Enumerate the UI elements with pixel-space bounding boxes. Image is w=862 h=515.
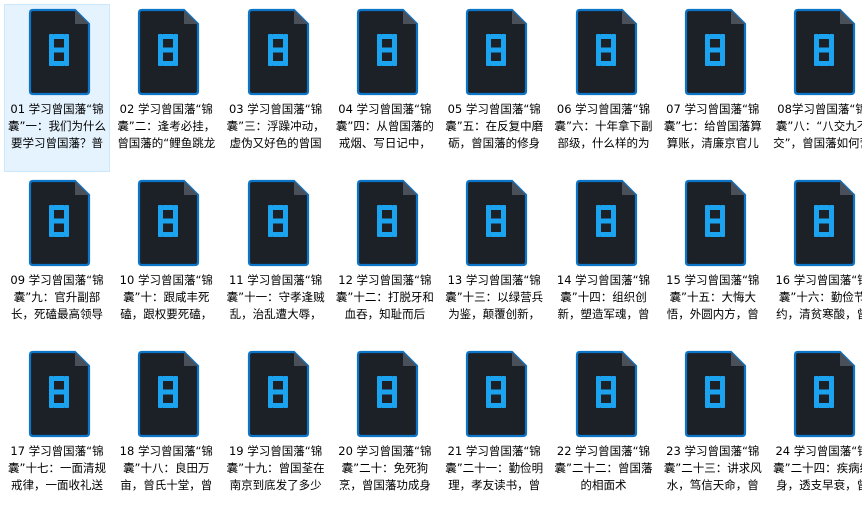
video-file-icon [466, 350, 528, 438]
video-file-icon [466, 8, 528, 96]
video-file-icon [575, 8, 637, 96]
file-item[interactable]: 01 学习曾国藩“锦囊”一：我们为什么要学习曾国藩？普通人也… [4, 4, 110, 172]
video-file-icon [575, 350, 637, 438]
file-name-label: 09 学习曾国藩“锦囊”九：官升副部长，死磕最高领导咸丰帝，… [10, 273, 104, 321]
file-name-label: 23 学习曾国藩“锦囊”二十三：讲求风水，笃信天命，曾国藩的… [663, 444, 762, 492]
file-name-label: 22 学习曾国藩“锦囊”二十二：曾国藩的相面术 [554, 444, 653, 492]
file-item[interactable]: 23 学习曾国藩“锦囊”二十三：讲求风水，笃信天命，曾国藩的… [660, 346, 766, 514]
file-name-label: 10 学习曾国藩“锦囊”十：跟咸丰死磕，跟权要死磕，跟天下官… [119, 273, 213, 321]
file-item[interactable]: 22 学习曾国藩“锦囊”二十二：曾国藩的相面术 [551, 346, 657, 514]
file-name-label: 06 学习曾国藩“锦囊”六：十年拿下副部级，什么样的为官之道… [554, 102, 653, 150]
video-file-icon [28, 179, 91, 267]
video-file-icon [28, 350, 91, 438]
file-name-label: 05 学习曾国藩“锦囊”五：在反复中磨砺，曾国藩的修身立志之… [445, 102, 544, 150]
file-name-label: 02 学习曾国藩“锦囊”二：逢考必挂，曾国藩的“鲤鱼跳龙门”靠什… [117, 102, 216, 150]
video-file-icon [793, 179, 856, 267]
video-file-icon [466, 179, 528, 267]
file-item[interactable]: 14 学习曾国藩“锦囊”十四：组织创新，塑造军魂，曾国藩如… [551, 175, 657, 343]
file-item[interactable]: 09 学习曾国藩“锦囊”九：官升副部长，死磕最高领导咸丰帝，… [4, 175, 110, 343]
file-item[interactable]: 16 学习曾国藩“锦囊”十六：勤俭节约，清贫寒酸，曾国藩到… [769, 175, 862, 343]
video-file-icon [793, 8, 856, 96]
file-name-label: 18 学习曾国藩“锦囊”十八：良田万亩，曾氏十堂，曾国藩家… [119, 444, 213, 492]
file-name-label: 17 学习曾国藩“锦囊”十七：一面清规戒律，一面收礼送礼，曾… [8, 444, 106, 492]
video-file-icon [684, 350, 746, 438]
file-name-label: 03 学习曾国藩“锦囊”三：浮躁冲动，虚伪又好色的曾国藩，如… [226, 102, 325, 150]
video-file-icon [138, 179, 200, 267]
file-item[interactable]: 07 学习曾国藩“锦囊”七：给曾国藩算算账，清廉京官儿的痛苦… [660, 4, 766, 172]
file-item[interactable]: 19 学习曾国藩“锦囊”十九：曾国荃在南京到底发了多少财？ [223, 346, 329, 514]
file-name-label: 20 学习曾国藩“锦囊”二十：免死狗烹，曾国藩功成身退的二字… [338, 444, 432, 492]
file-grid: 01 学习曾国藩“锦囊”一：我们为什么要学习曾国藩？普通人也… 02 学习曾国藩… [0, 0, 862, 515]
file-name-label: 08学习曾国藩“锦囊”八：“八交九不交”，曾国藩如何营造自己的… [773, 102, 862, 150]
file-item[interactable]: 15 学习曾国藩“锦囊”十五：大悔大悟，外圆内方，曾国藩如… [660, 175, 766, 343]
video-file-icon [356, 8, 418, 96]
file-name-label: 01 学习曾国藩“锦囊”一：我们为什么要学习曾国藩？普通人也… [8, 102, 106, 150]
file-item[interactable]: 17 学习曾国藩“锦囊”十七：一面清规戒律，一面收礼送礼，曾… [4, 346, 110, 514]
file-name-label: 16 学习曾国藩“锦囊”十六：勤俭节约，清贫寒酸，曾国藩到… [775, 273, 862, 321]
file-name-label: 04 学习曾国藩“锦囊”四：从曾国藩的戒烟、写日记中，我们能… [335, 102, 434, 150]
video-file-icon [793, 350, 856, 438]
file-name-label: 24 学习曾国藩“锦囊”二十四：疾病缠身，透支早衰，曾国藩留… [773, 444, 862, 492]
video-file-icon [138, 350, 200, 438]
file-name-label: 14 学习曾国藩“锦囊”十四：组织创新，塑造军魂，曾国藩如… [556, 273, 651, 321]
file-item[interactable]: 21 学习曾国藩“锦囊”二十一：勤俭明理，孝友读书，曾国藩的… [441, 346, 547, 514]
file-name-label: 15 学习曾国藩“锦囊”十五：大悔大悟，外圆内方，曾国藩如… [666, 273, 760, 321]
file-item[interactable]: 03 学习曾国藩“锦囊”三：浮躁冲动，虚伪又好色的曾国藩，如… [223, 4, 329, 172]
file-item[interactable]: 04 学习曾国藩“锦囊”四：从曾国藩的戒烟、写日记中，我们能… [332, 4, 438, 172]
file-item[interactable]: 06 学习曾国藩“锦囊”六：十年拿下副部级，什么样的为官之道… [551, 4, 657, 172]
video-file-icon [356, 179, 418, 267]
file-name-label: 12 学习曾国藩“锦囊”十二：打脱牙和血吞，知耻而后勇，曾国… [335, 273, 434, 321]
file-item[interactable]: 24 学习曾国藩“锦囊”二十四：疾病缠身，透支早衰，曾国藩留… [769, 346, 862, 514]
video-file-icon [28, 8, 91, 96]
file-name-label: 13 学习曾国藩“锦囊”十三：以绿营兵为鉴，颠覆创新，曾国藩… [445, 273, 544, 321]
video-file-icon [138, 8, 200, 96]
file-name-label: 11 学习曾国藩“锦囊”十一：守孝逢贼乱，治乱遭大辱，曾国藩… [226, 273, 325, 321]
video-file-icon [247, 179, 309, 267]
video-file-icon [356, 350, 418, 438]
file-item[interactable]: 20 学习曾国藩“锦囊”二十：免死狗烹，曾国藩功成身退的二字… [332, 346, 438, 514]
file-item[interactable]: 10 学习曾国藩“锦囊”十：跟咸丰死磕，跟权要死磕，跟天下官… [113, 175, 219, 343]
file-name-label: 21 学习曾国藩“锦囊”二十一：勤俭明理，孝友读书，曾国藩的… [445, 444, 544, 492]
video-file-icon [684, 8, 746, 96]
file-item[interactable]: 08学习曾国藩“锦囊”八：“八交九不交”，曾国藩如何营造自己的… [769, 4, 862, 172]
file-item[interactable]: 12 学习曾国藩“锦囊”十二：打脱牙和血吞，知耻而后勇，曾国… [332, 175, 438, 343]
file-name-label: 07 学习曾国藩“锦囊”七：给曾国藩算算账，清廉京官儿的痛苦… [663, 102, 762, 150]
file-item[interactable]: 13 学习曾国藩“锦囊”十三：以绿营兵为鉴，颠覆创新，曾国藩… [441, 175, 547, 343]
file-item[interactable]: 18 学习曾国藩“锦囊”十八：良田万亩，曾氏十堂，曾国藩家… [113, 346, 219, 514]
file-name-label: 19 学习曾国藩“锦囊”十九：曾国荃在南京到底发了多少财？ [226, 444, 325, 492]
video-file-icon [247, 8, 309, 96]
video-file-icon [684, 179, 746, 267]
file-item[interactable]: 11 学习曾国藩“锦囊”十一：守孝逢贼乱，治乱遭大辱，曾国藩… [223, 175, 329, 343]
video-file-icon [247, 350, 309, 438]
file-item[interactable]: 02 学习曾国藩“锦囊”二：逢考必挂，曾国藩的“鲤鱼跳龙门”靠什… [113, 4, 219, 172]
file-item[interactable]: 05 学习曾国藩“锦囊”五：在反复中磨砺，曾国藩的修身立志之… [441, 4, 547, 172]
video-file-icon [575, 179, 637, 267]
